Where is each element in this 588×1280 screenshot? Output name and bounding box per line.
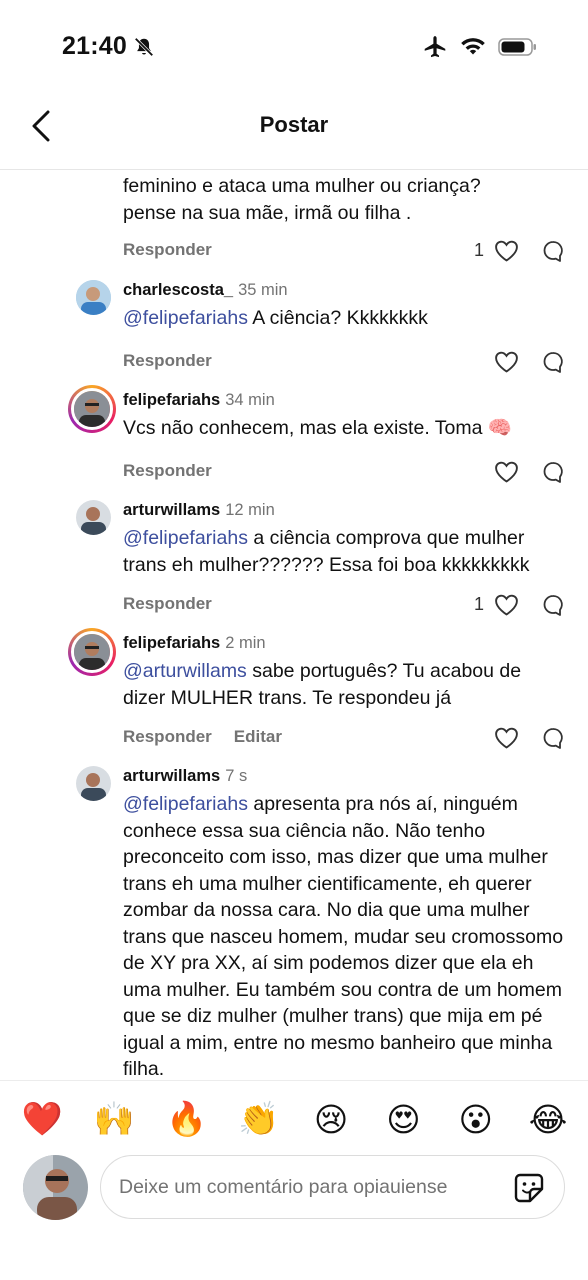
top-navigation: Postar: [0, 88, 588, 170]
heart-icon[interactable]: [494, 350, 519, 373]
comment-time: 35 min: [238, 281, 288, 299]
like-count[interactable]: 1: [474, 240, 484, 261]
comment-composer-area: ❤️ 🙌 🔥 👏 😢 😍 😮 😂: [0, 1080, 588, 1280]
comment-body: A ciência? Kkkkkkkk: [247, 307, 428, 329]
reply-icon[interactable]: [541, 593, 565, 617]
emoji-heart-eyes[interactable]: 😍: [383, 1099, 423, 1139]
reply-button[interactable]: Responder: [123, 727, 212, 746]
battery-icon: [498, 38, 536, 56]
heart-icon[interactable]: [494, 726, 519, 749]
status-time: 21:40: [62, 32, 127, 60]
comment-text: @felipefariahs a ciência comprova que mu…: [123, 525, 568, 578]
comment-text: Vcs não conhecem, mas ela existe. Toma 🧠: [123, 417, 513, 439]
avatar-image: [23, 1155, 88, 1220]
mention-link[interactable]: @felipefariahs: [123, 527, 248, 549]
heart-icon[interactable]: [494, 239, 519, 262]
comment-username[interactable]: charlescosta_: [123, 281, 233, 299]
comment-list[interactable]: feminino e ataca uma mulher ou criança? …: [0, 170, 588, 1080]
avatar-story-ring[interactable]: [68, 385, 116, 433]
heart-icon[interactable]: [494, 593, 519, 616]
comment-body: apresenta pra nós aí, ninguém conhece es…: [123, 793, 564, 1080]
emoji-surprised-face[interactable]: 😮: [456, 1099, 496, 1139]
comment-time: 7 s: [225, 767, 248, 785]
comment-header: arturwillams 7 s: [123, 767, 247, 786]
comment-time: 2 min: [225, 634, 266, 652]
comment-text: @felipefariahs apresenta pra nós aí, nin…: [123, 791, 568, 1080]
status-bar: 21:40: [0, 0, 588, 88]
mention-link[interactable]: @arturwillams: [123, 660, 247, 682]
mention-link[interactable]: @felipefariahs: [123, 793, 248, 815]
mention-link[interactable]: @felipefariahs: [123, 307, 248, 329]
avatar-image: [74, 391, 110, 427]
sticker-icon[interactable]: [512, 1171, 546, 1205]
airplane-icon: [424, 36, 446, 58]
avatar-image: [76, 500, 111, 535]
comment-text-line: pense na sua mãe, irmã ou filha .: [123, 201, 412, 224]
reply-button[interactable]: Responder: [123, 240, 212, 260]
emoji-fire[interactable]: 🔥: [166, 1099, 207, 1139]
reply-icon[interactable]: [541, 239, 565, 263]
comment-input[interactable]: [119, 1156, 499, 1218]
avatar[interactable]: [76, 280, 111, 315]
bell-muted-icon: [134, 37, 154, 57]
wifi-icon: [461, 38, 485, 55]
avatar[interactable]: [76, 500, 111, 535]
current-user-avatar: [23, 1155, 88, 1220]
emoji-red-heart[interactable]: ❤️: [21, 1099, 62, 1139]
emoji-tears-of-joy[interactable]: 😂: [528, 1099, 568, 1139]
avatar-image: [74, 634, 110, 670]
comment-header: arturwillams 12 min: [123, 501, 275, 520]
reply-icon[interactable]: [541, 350, 565, 374]
page-title: Postar: [259, 112, 329, 137]
avatar[interactable]: [76, 766, 111, 801]
reply-icon[interactable]: [541, 460, 565, 484]
comment-username[interactable]: felipefariahs: [123, 391, 220, 409]
comment-input-box: [100, 1155, 565, 1219]
comment-text: feminino e ataca uma mulher ou criança? …: [123, 173, 568, 226]
like-count[interactable]: 1: [474, 594, 484, 615]
comment-time: 12 min: [225, 501, 275, 519]
reply-button[interactable]: Responder: [123, 594, 212, 614]
emoji-clapping-hands[interactable]: 👏: [238, 1099, 279, 1139]
comment-actions: Responder Editar: [123, 727, 282, 747]
comment-header: felipefariahs 2 min: [123, 634, 266, 653]
emoji-reaction-bar: ❤️ 🙌 🔥 👏 😢 😍 😮 😂: [21, 1099, 568, 1139]
comment-username[interactable]: arturwillams: [123, 501, 220, 519]
emoji-raising-hands[interactable]: 🙌: [94, 1099, 135, 1139]
comment-text: @arturwillams sabe português? Tu acabou …: [123, 658, 568, 711]
comment-text: @felipefariahs A ciência? Kkkkkkkk: [123, 305, 568, 332]
heart-icon[interactable]: [494, 460, 519, 483]
reply-button[interactable]: Responder: [123, 461, 212, 481]
avatar-image: [76, 280, 111, 315]
comment-text-line: feminino e ataca uma mulher ou criança?: [123, 175, 481, 197]
avatar-image: [76, 766, 111, 801]
comment-username[interactable]: arturwillams: [123, 767, 220, 785]
edit-button[interactable]: Editar: [234, 727, 282, 746]
avatar-story-ring[interactable]: [68, 628, 116, 676]
comment-time: 34 min: [225, 391, 275, 409]
comment-header: felipefariahs 34 min: [123, 391, 275, 410]
reply-button[interactable]: Responder: [123, 351, 212, 371]
emoji-crying-face[interactable]: 😢: [311, 1099, 351, 1139]
reply-icon[interactable]: [541, 726, 565, 750]
comment-header: charlescosta_ 35 min: [123, 281, 288, 300]
comment-username[interactable]: felipefariahs: [123, 634, 220, 652]
